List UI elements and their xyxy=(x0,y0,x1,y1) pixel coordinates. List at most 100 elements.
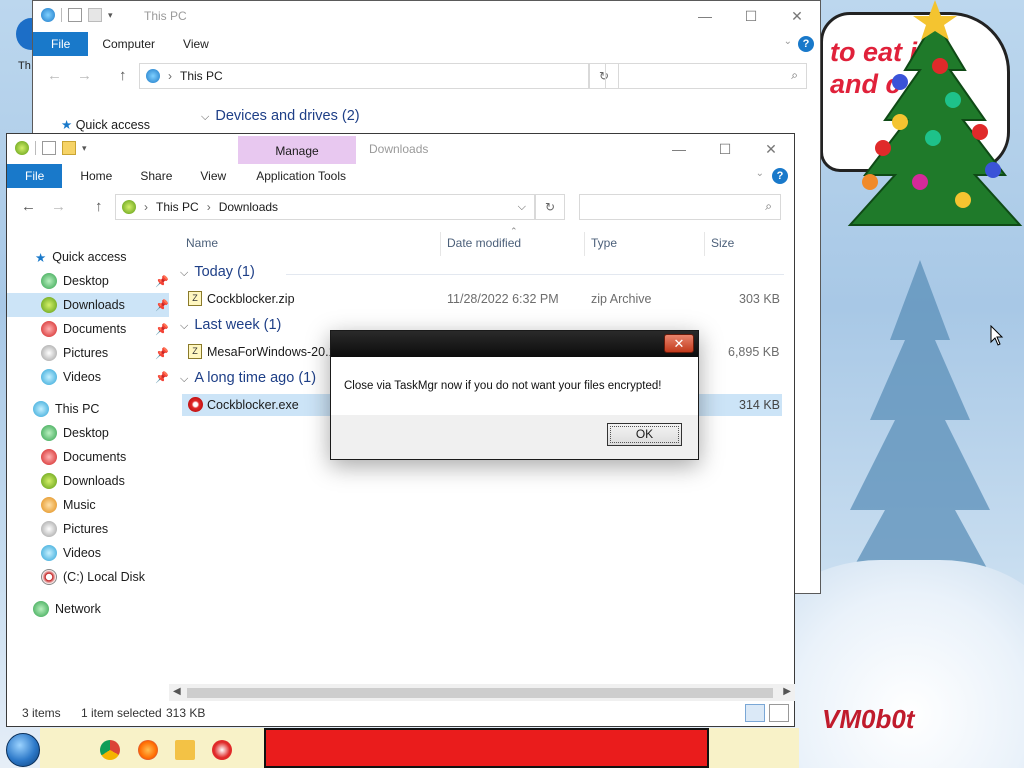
minimize-button[interactable]: — xyxy=(682,1,728,31)
sidebar-item-local-disk[interactable]: (C:) Local Disk xyxy=(7,565,169,589)
up-arrow-icon[interactable]: ↑ xyxy=(95,198,103,215)
sidebar-item-music[interactable]: Music xyxy=(7,493,169,517)
chevron-down-icon[interactable]: ▾ xyxy=(108,10,113,21)
refresh-icon[interactable]: ↻ xyxy=(535,194,565,220)
watermark-text: VM0b0t xyxy=(822,704,915,734)
properties-icon[interactable] xyxy=(42,141,56,155)
sidebar-item-videos[interactable]: Videos xyxy=(7,541,169,565)
sidebar-item-downloads[interactable]: Downloads xyxy=(7,469,169,493)
address-bar[interactable]: › This PC › Downloads ⌵ xyxy=(115,194,535,220)
chevron-down-icon: ⌵ xyxy=(180,320,189,332)
scroll-left-icon[interactable]: ◀ xyxy=(173,686,181,697)
maximize-button[interactable]: ☐ xyxy=(702,134,748,164)
file-name: Cockblocker.exe xyxy=(207,398,299,412)
pin-icon[interactable]: 📌 xyxy=(155,275,169,288)
tab-home[interactable]: Home xyxy=(62,164,126,188)
zip-icon: Z xyxy=(188,344,202,359)
firefox-icon[interactable] xyxy=(138,740,158,760)
pin-icon[interactable]: 📌 xyxy=(155,299,169,312)
tab-file[interactable]: File xyxy=(33,32,89,56)
sidebar-item-quick-access[interactable]: ★ Quick access xyxy=(7,245,169,269)
up-arrow-icon[interactable]: ↑ xyxy=(119,67,127,84)
pin-icon[interactable]: 📌 xyxy=(155,347,169,360)
tab-view[interactable]: View xyxy=(186,164,240,188)
forward-arrow-icon[interactable]: → xyxy=(77,67,92,84)
back-arrow-icon[interactable]: ← xyxy=(21,198,36,215)
horizontal-scrollbar[interactable]: ◀ ▶ xyxy=(169,684,795,701)
breadcrumb-item[interactable]: Downloads xyxy=(219,200,278,214)
column-size[interactable]: Size xyxy=(711,236,734,250)
file-explorer-icon[interactable] xyxy=(175,740,195,760)
close-button[interactable]: ✕ xyxy=(748,134,794,164)
group-header[interactable]: ⌵ Today (1) xyxy=(180,264,255,280)
new-folder-icon[interactable] xyxy=(88,8,102,22)
app-icon[interactable] xyxy=(212,740,232,760)
file-size: 303 KB xyxy=(739,292,781,306)
tab-application-tools[interactable]: Application Tools xyxy=(242,164,360,188)
help-icon[interactable]: ? xyxy=(772,168,788,184)
tab-share[interactable]: Share xyxy=(126,164,186,188)
address-bar[interactable]: › This PC xyxy=(139,63,589,89)
search-input[interactable]: ⌕ xyxy=(605,63,807,89)
sidebar-item-downloads[interactable]: Downloads 📌 xyxy=(7,293,169,317)
status-size: 313 KB xyxy=(166,706,206,720)
search-input[interactable]: ⌕ xyxy=(579,194,781,220)
titlebar: ▾ This PC — ☐ ✕ xyxy=(33,1,820,31)
breadcrumb-item[interactable]: This PC xyxy=(156,200,199,214)
chevron-down-icon[interactable]: ▾ xyxy=(82,143,87,154)
column-name[interactable]: Name xyxy=(186,236,218,250)
tab-view[interactable]: View xyxy=(169,32,223,56)
sidebar-item-pictures[interactable]: Pictures 📌 xyxy=(7,341,169,365)
breadcrumb-separator-icon: › xyxy=(206,200,211,214)
address-dropdown-icon[interactable]: ⌵ xyxy=(518,201,526,214)
ribbon-expand-icon[interactable]: ⌄ xyxy=(784,36,792,47)
column-date-modified[interactable]: Date modified xyxy=(447,236,521,250)
tab-file[interactable]: File xyxy=(7,164,63,188)
chevron-down-icon: ⌵ xyxy=(180,373,189,385)
properties-icon[interactable] xyxy=(68,8,82,22)
sidebar-item-desktop[interactable]: Desktop xyxy=(7,421,169,445)
quick-access-toolbar: ▾ xyxy=(15,141,87,155)
group-header[interactable]: ⌵ Last week (1) xyxy=(180,317,281,333)
pin-icon[interactable]: 📌 xyxy=(155,371,169,384)
group-header[interactable]: ⌵ Devices and drives (2) xyxy=(201,108,360,124)
dialog-message: Close via TaskMgr now if you do not want… xyxy=(344,380,662,392)
start-button[interactable] xyxy=(6,733,40,767)
pin-icon[interactable]: 📌 xyxy=(155,323,169,336)
sidebar-item-pictures[interactable]: Pictures xyxy=(7,517,169,541)
close-button[interactable]: ✕ xyxy=(774,1,820,31)
sidebar-item-documents[interactable]: Documents xyxy=(7,445,169,469)
scroll-thumb[interactable] xyxy=(187,688,773,698)
chrome-icon[interactable] xyxy=(100,740,120,760)
sidebar-item-this-pc[interactable]: This PC xyxy=(7,397,169,421)
sidebar-item-videos[interactable]: Videos 📌 xyxy=(7,365,169,389)
file-row[interactable]: Z Cockblocker.zip 11/28/2022 6:32 PM zip… xyxy=(174,288,780,310)
back-arrow-icon[interactable]: ← xyxy=(47,67,62,84)
tab-computer[interactable]: Computer xyxy=(88,32,169,56)
sidebar-item-desktop[interactable]: Desktop 📌 xyxy=(7,269,169,293)
maximize-button[interactable]: ☐ xyxy=(728,1,774,31)
column-divider xyxy=(440,232,441,256)
sidebar-item-documents[interactable]: Documents 📌 xyxy=(7,317,169,341)
new-folder-icon[interactable] xyxy=(62,141,76,155)
sidebar-item-network[interactable]: Network xyxy=(7,597,169,621)
large-icons-view-icon[interactable] xyxy=(769,704,789,722)
help-icon[interactable]: ? xyxy=(798,36,814,52)
dialog-close-button[interactable]: ✕ xyxy=(664,334,694,353)
group-header[interactable]: ⌵ A long time ago (1) xyxy=(180,370,316,386)
downloads-icon xyxy=(122,200,136,214)
details-view-icon[interactable] xyxy=(745,704,765,722)
forward-arrow-icon[interactable]: → xyxy=(51,198,66,215)
mouse-cursor xyxy=(990,325,1004,346)
ribbon-expand-icon[interactable]: ⌄ xyxy=(756,168,764,179)
scroll-right-icon[interactable]: ▶ xyxy=(783,686,791,697)
breadcrumb-item[interactable]: This PC xyxy=(180,69,223,83)
pictures-icon xyxy=(41,521,57,537)
sidebar-item-quick-access[interactable]: ★ Quick access xyxy=(61,117,150,132)
file-name: Cockblocker.zip xyxy=(207,292,295,306)
minimize-button[interactable]: — xyxy=(656,134,702,164)
column-type[interactable]: Type xyxy=(591,236,617,250)
christmas-tree xyxy=(847,0,1023,226)
context-tab-manage[interactable]: Manage xyxy=(238,136,356,164)
ok-button[interactable]: OK xyxy=(607,423,682,446)
